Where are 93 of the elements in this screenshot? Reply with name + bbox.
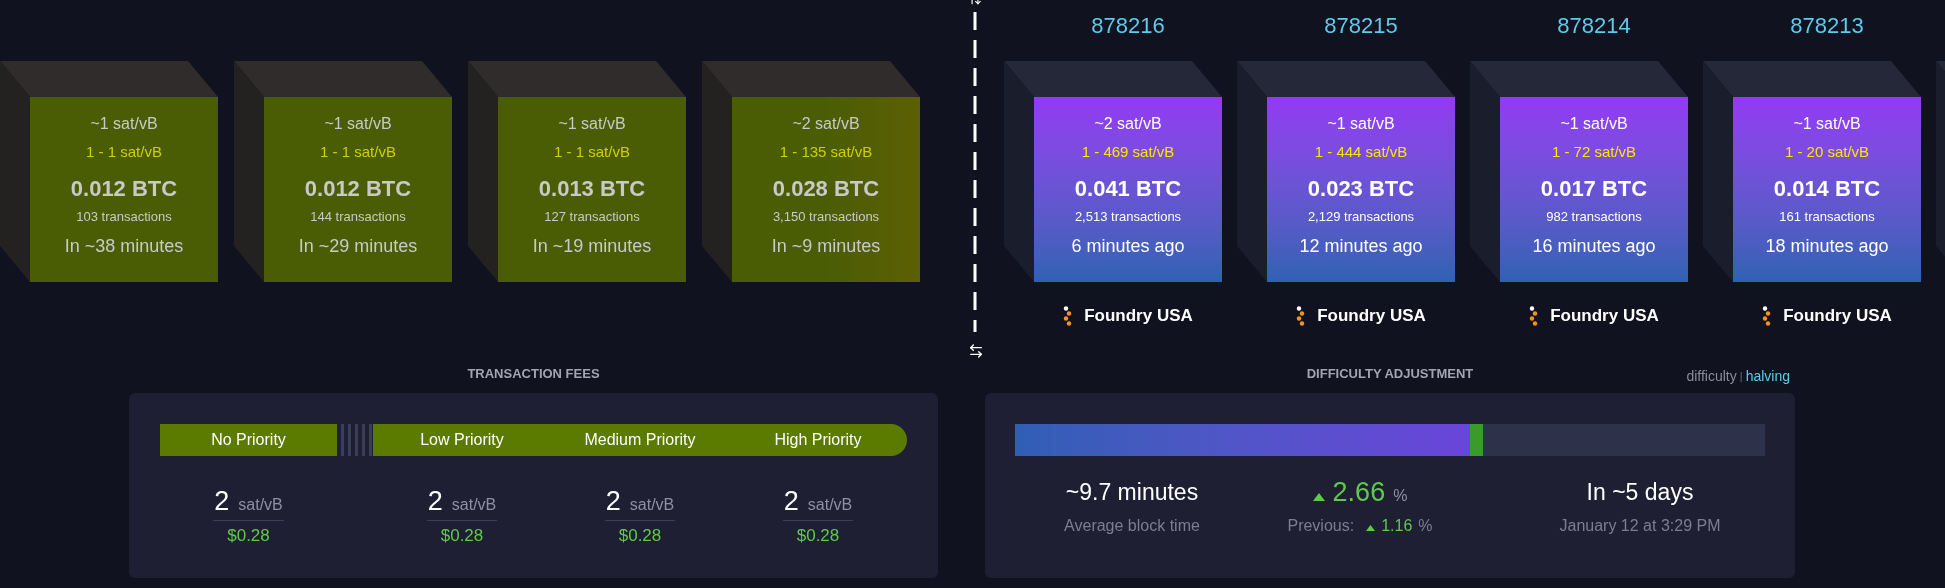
block-face[interactable]: ~1 sat/vB 1 - 1 sat/vB 0.012 BTC 103 transactions In ~38 minutes	[30, 97, 218, 282]
fee-rate: 2	[783, 485, 799, 517]
priority-label: High Priority	[773, 430, 863, 450]
previous-value: 1.16	[1381, 516, 1413, 536]
block-total: 0.017 BTC	[1540, 175, 1648, 203]
eta-text: In ~38 minutes	[64, 235, 184, 258]
miner-name[interactable]: Foundry USA	[1783, 303, 1892, 329]
fee-usd: $0.28	[796, 525, 840, 547]
transaction-count: 2,129 transactions	[1307, 208, 1415, 226]
block-height-link[interactable]: 878214	[1557, 12, 1631, 40]
up-arrow-icon	[1312, 493, 1325, 501]
fee-rate: 2	[214, 485, 230, 517]
section-title: TRANSACTION FEES	[467, 364, 600, 383]
median-fee: ~2 sat/vB	[792, 114, 860, 134]
block-face[interactable]: ~2 sat/vB 1 - 469 sat/vB 0.041 BTC 2,513 transactions 6 minutes ago	[1034, 97, 1222, 282]
fee-range: 1 - 1 sat/vB	[86, 142, 162, 162]
change-value: 2.66	[1332, 476, 1386, 509]
stat-label: Average block time	[1064, 516, 1200, 536]
fee-usd: $0.28	[618, 525, 662, 547]
fee-range: 1 - 1 sat/vB	[554, 142, 630, 162]
median-fee: ~1 sat/vB	[1793, 114, 1861, 134]
block-total: 0.013 BTC	[538, 175, 646, 203]
median-fee: ~1 sat/vB	[90, 114, 158, 134]
priority-label: Low Priority	[419, 430, 505, 450]
stat-value: In ~5 days	[1586, 478, 1694, 507]
transaction-count: 161 transactions	[1779, 208, 1875, 226]
section-title: DIFFICULTY ADJUSTMENT	[1306, 364, 1474, 383]
block-face[interactable]: ~2 sat/vB 1 - 135 sat/vB 0.028 BTC 3,150 transactions In ~9 minutes	[732, 97, 920, 282]
view-link[interactable]: halving	[1745, 366, 1790, 387]
fee-usd: $0.28	[440, 525, 484, 547]
eta-text: In ~19 minutes	[532, 235, 652, 258]
block-total: 0.012 BTC	[304, 175, 412, 203]
link-separator: |	[1739, 369, 1743, 385]
block-age: 18 minutes ago	[1765, 235, 1889, 258]
median-fee: ~1 sat/vB	[1560, 114, 1628, 134]
block-height-link[interactable]: 878213	[1790, 12, 1864, 40]
stat-value: ~9.7 minutes	[1065, 478, 1199, 507]
fee-range: 1 - 469 sat/vB	[1081, 142, 1175, 162]
block-face[interactable]: ~1 sat/vB 1 - 72 sat/vB 0.017 BTC 982 transactions 16 minutes ago	[1500, 97, 1688, 282]
block-age: 16 minutes ago	[1532, 235, 1656, 258]
transaction-count: 144 transactions	[310, 208, 406, 226]
block-total: 0.014 BTC	[1773, 175, 1881, 203]
miner-name[interactable]: Foundry USA	[1317, 303, 1426, 329]
fee-rate: 2	[605, 485, 621, 517]
fee-unit: sat/vB	[807, 495, 853, 515]
fee-usd: $0.28	[227, 525, 270, 547]
change-unit: %	[1393, 486, 1408, 506]
transaction-count: 982 transactions	[1546, 208, 1642, 226]
block-total: 0.012 BTC	[70, 175, 178, 203]
miner-name[interactable]: Foundry USA	[1084, 303, 1193, 329]
block-height-link[interactable]: 878216	[1091, 12, 1165, 40]
previous-label: Previous:	[1287, 516, 1355, 536]
fee-range: 1 - 1 sat/vB	[320, 142, 396, 162]
miner-logo-icon	[1296, 305, 1306, 326]
transaction-count: 103 transactions	[76, 208, 172, 226]
transaction-count: 2,513 transactions	[1074, 208, 1182, 226]
fee-range: 1 - 444 sat/vB	[1314, 142, 1408, 162]
block-age: 6 minutes ago	[1071, 235, 1185, 258]
eta-text: In ~9 minutes	[771, 235, 881, 258]
block-age: 12 minutes ago	[1299, 235, 1423, 258]
block-total: 0.041 BTC	[1074, 175, 1182, 203]
swap-icon[interactable]	[968, 343, 984, 359]
fee-range: 1 - 72 sat/vB	[1551, 142, 1637, 162]
fee-range: 1 - 20 sat/vB	[1784, 142, 1870, 162]
view-link[interactable]: difficulty	[1686, 366, 1737, 387]
block-face[interactable]: ~1 sat/vB 1 - 20 sat/vB 0.014 BTC 161 transactions 18 minutes ago	[1733, 97, 1921, 282]
priority-label: Medium Priority	[583, 430, 697, 450]
transaction-count: 127 transactions	[544, 208, 640, 226]
previous-unit: %	[1418, 516, 1433, 536]
block-face[interactable]: ~1 sat/vB 1 - 1 sat/vB 0.013 BTC 127 transactions In ~19 minutes	[498, 97, 686, 282]
fee-rate: 2	[427, 485, 443, 517]
fee-unit: sat/vB	[629, 495, 675, 515]
block-face[interactable]: ~1 sat/vB 1 - 1 sat/vB 0.012 BTC 144 transactions In ~29 minutes	[264, 97, 452, 282]
up-arrow-icon	[1366, 525, 1376, 531]
priority-label: No Priority	[160, 424, 337, 456]
median-fee: ~2 sat/vB	[1094, 114, 1162, 134]
miner-logo-icon	[1529, 305, 1539, 326]
eta-text: In ~29 minutes	[298, 235, 418, 258]
median-fee: ~1 sat/vB	[324, 114, 392, 134]
block-face[interactable]: ~1 sat/vB 1 - 444 sat/vB 0.023 BTC 2,129 transactions 12 minutes ago	[1267, 97, 1455, 282]
block-total: 0.023 BTC	[1307, 175, 1415, 203]
block-total: 0.028 BTC	[772, 175, 880, 203]
fee-range: 1 - 135 sat/vB	[779, 142, 873, 162]
miner-logo-icon	[1063, 305, 1073, 326]
miner-logo-icon	[1762, 305, 1772, 326]
median-fee: ~1 sat/vB	[558, 114, 626, 134]
transaction-count: 3,150 transactions	[772, 208, 880, 226]
miner-name[interactable]: Foundry USA	[1550, 303, 1659, 329]
fee-unit: sat/vB	[451, 495, 497, 515]
stat-label: January 12 at 3:29 PM	[1559, 516, 1721, 536]
block-height-link[interactable]: 878215	[1324, 12, 1398, 40]
median-fee: ~1 sat/vB	[1327, 114, 1395, 134]
fee-unit: sat/vB	[238, 495, 283, 515]
